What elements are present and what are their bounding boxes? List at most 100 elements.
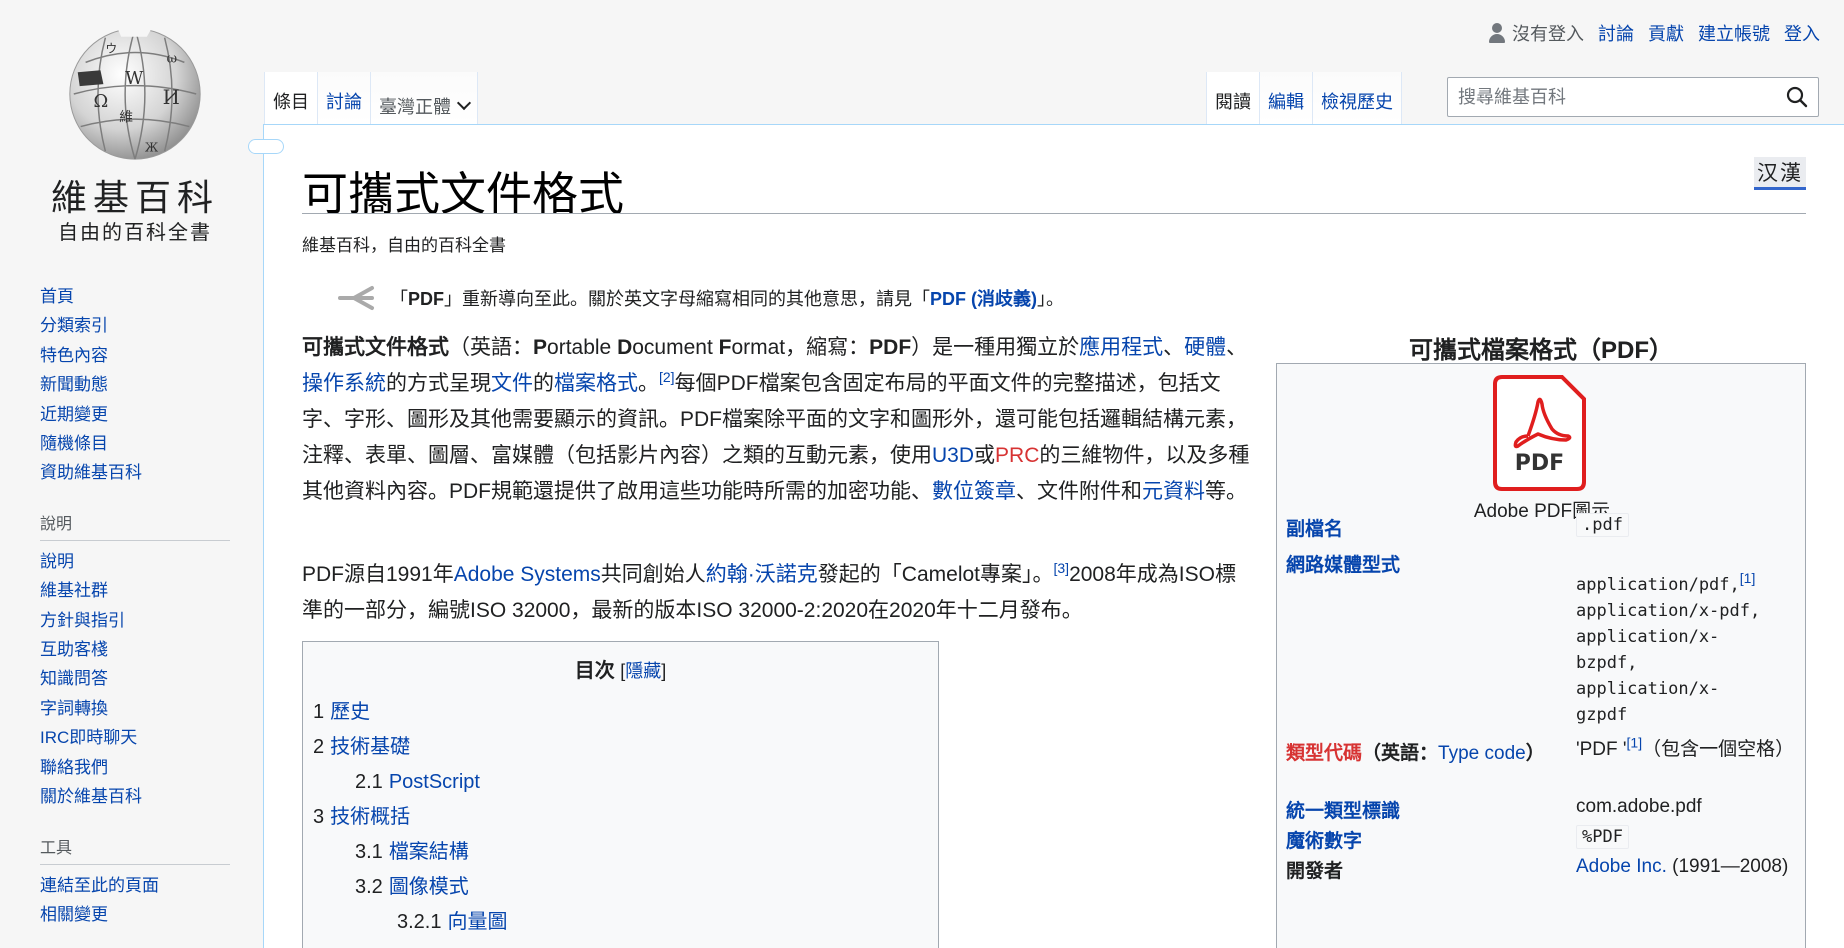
toc-item[interactable]: 3.2.1 向量圖 [313,905,928,940]
toc-link[interactable]: 向量圖 [447,911,507,933]
create-account-link[interactable]: 建立帳號 [1698,20,1770,46]
toc-item[interactable]: 3.1 檔案結構 [313,835,928,870]
sidebar-item-about[interactable]: 關於維基百科 [40,787,142,806]
infobox-value: %PDF [1576,825,1798,849]
svg-text:維: 維 [119,110,133,126]
hatnote-post: 」。 [1037,289,1064,309]
toc-item[interactable]: 2.1 PostScript [313,765,928,800]
type-code-link[interactable]: 類型代碼 [1286,743,1362,764]
link-document[interactable]: 文件 [491,372,533,395]
developer-link[interactable]: Adobe Inc. [1576,856,1667,877]
link-u3d[interactable]: U3D [932,444,974,467]
link-prc[interactable]: PRC [995,444,1039,467]
toc-item[interactable]: 3 技術概括 [313,800,928,835]
link-file-format[interactable]: 檔案格式 [554,372,638,395]
toc-item[interactable]: 2 技術基礎 [313,730,928,765]
type-code-note: （包含一個空格） [1642,739,1795,760]
reference-link[interactable]: [2] [659,369,675,385]
sidebar-item-recent-changes[interactable]: 近期變更 [40,405,108,424]
sidebar-item-contact[interactable]: 聯絡我們 [40,758,108,777]
pdf-file-icon[interactable]: PDF [1492,374,1587,492]
sidebar-item-random[interactable]: 隨機條目 [40,434,108,453]
tab-history[interactable]: 檢視歷史 [1313,72,1402,124]
view-tabs: 閱讀 編輯 檢視歷史 [1206,72,1402,124]
reference-link[interactable]: [3] [1054,560,1070,576]
site-subtitle: 維基百科，自由的百科全書 [302,236,506,255]
toc-link[interactable]: 技術概括 [330,806,410,828]
variant-dropdown[interactable]: 臺灣正體 [371,72,478,124]
link-hardware[interactable]: 硬體 [1184,336,1226,359]
sidebar-item-help[interactable]: 說明 [40,552,74,571]
link-operating-system[interactable]: 操作系統 [302,372,386,395]
sidebar-item-irc[interactable]: IRC即時聊天 [40,728,137,747]
sidebar-item-main-page[interactable]: 首頁 [40,287,74,306]
type-code-end: ） [1525,743,1545,764]
sidebar-item-featured[interactable]: 特色內容 [40,346,108,365]
text: ocument [632,336,719,359]
link-digital-signature[interactable]: 數位簽章 [932,480,1016,503]
disambiguation-link[interactable]: PDF (消歧義) [930,289,1037,309]
reference-link[interactable]: [1] [1740,570,1756,586]
toc-number: 1 [313,701,325,723]
toc-link[interactable]: PostScript [389,771,480,793]
text: 的方式呈現 [386,372,491,395]
infobox-label[interactable]: 統一類型標識 [1286,796,1400,823]
tab-talk[interactable]: 討論 [318,72,371,124]
search-icon[interactable] [1786,86,1808,108]
hatnote-mid: 」重新導向至此。關於英文字母縮寫相同的其他意思，請見「 [444,289,930,309]
login-link[interactable]: 登入 [1784,20,1820,46]
sidebar-item-news[interactable]: 新聞動態 [40,375,108,394]
infobox-row-extension: 副檔名 .pdf [1286,513,1801,544]
infobox-caption: 可攜式檔案格式（PDF） [1409,337,1673,364]
sidebar-collapse-toggle[interactable] [248,139,284,154]
link-metadata[interactable]: 元資料 [1142,480,1205,503]
variant-badge[interactable]: 汉漢 [1754,157,1806,190]
infobox-value: application/pdf,[1] application/x-pdf, a… [1576,570,1798,728]
toc-item[interactable]: 1 歷史 [313,695,928,730]
sidebar-item-policies[interactable]: 方針與指引 [40,611,125,630]
link-adobe-systems[interactable]: Adobe Systems [454,563,601,586]
reference-link[interactable]: [1] [1627,735,1643,751]
toc-link[interactable]: 圖像模式 [389,876,469,898]
sidebar-item-related-changes[interactable]: 相關變更 [40,905,108,924]
svg-text:W: W [125,69,144,89]
sidebar-item-conversion[interactable]: 字詞轉換 [40,699,108,718]
sidebar-item-community[interactable]: 維基社群 [40,581,108,600]
toc-link[interactable]: 技術基礎 [330,736,410,758]
sidebar-item-qa[interactable]: 知識問答 [40,669,108,688]
toc-link[interactable]: 歷史 [330,701,370,723]
type-code-en-link[interactable]: Type code [1438,743,1526,764]
link-application[interactable]: 應用程式 [1079,336,1163,359]
sidebar-item-village-pump[interactable]: 互助客棧 [40,640,108,659]
toc-title: 目次 [隱藏] [313,654,928,683]
user-talk-link[interactable]: 討論 [1598,20,1634,46]
sidebar-item-donate[interactable]: 資助維基百科 [40,463,142,482]
wikipedia-logo[interactable]: Ω W И 維 ウ ω Ж 維基百科 自由的百科全書 [30,22,240,245]
user-navigation: 沒有登入 討論 貢獻 建立帳號 登入 [1488,20,1820,46]
link-john-warnock[interactable]: 約翰·沃諾克 [706,563,818,586]
search-input[interactable] [1458,86,1786,108]
toc-link[interactable]: 檔案結構 [389,841,469,863]
contributions-link[interactable]: 貢獻 [1648,20,1684,46]
pdf-icon-text: PDF [1515,451,1564,476]
sidebar-item-what-links-here[interactable]: 連結至此的頁面 [40,876,159,895]
logo-wordmark: 維基百科 [50,178,219,219]
infobox-label[interactable]: 魔術數字 [1286,826,1362,853]
text: 共同創始人 [600,563,706,586]
tab-read[interactable]: 閱讀 [1207,72,1260,124]
toc-item[interactable]: 3.2 圖像模式 [313,870,928,905]
toc-number: 2.1 [355,771,383,793]
infobox-label[interactable]: 網路媒體型式 [1286,550,1400,577]
infobox-row-developer: 開發者 Adobe Inc. (1991—2008) [1286,856,1801,884]
sidebar-item-category-index[interactable]: 分類索引 [40,316,108,335]
toc-number: 3.2 [355,876,383,898]
search-box [1447,77,1819,117]
infobox-value: 'PDF '[1]（包含一個空格） [1576,735,1798,762]
text: ortable [547,336,618,359]
toc-hide-link[interactable]: 隱藏 [625,661,661,681]
infobox-row-magic: 魔術數字 %PDF [1286,825,1801,856]
tab-article[interactable]: 條目 [265,72,318,124]
developer-years: (1991—2008) [1666,856,1789,877]
infobox-label[interactable]: 副檔名 [1286,514,1343,541]
tab-edit[interactable]: 編輯 [1260,72,1313,124]
